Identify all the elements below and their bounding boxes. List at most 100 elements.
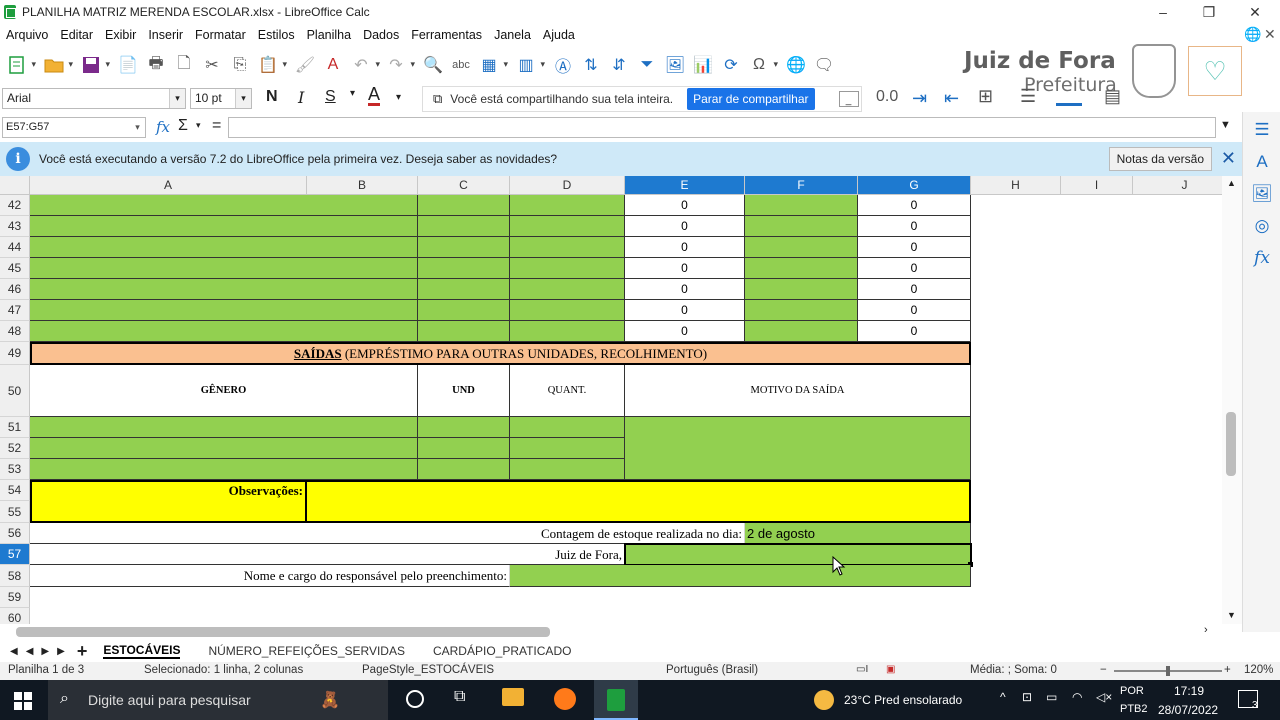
saidas-header-cell[interactable]: SAÍDAS (EMPRÉSTIMO PARA OUTRAS UNIDADES,… <box>30 342 971 365</box>
row-header-58[interactable]: 58 <box>0 565 30 587</box>
row-header-53[interactable]: 53 <box>0 459 30 480</box>
cell-d43[interactable] <box>510 216 625 237</box>
battery-icon[interactable]: ▭ <box>1046 690 1057 704</box>
column-header-a[interactable]: A <box>30 176 307 195</box>
cell-g47[interactable]: 0 <box>858 300 971 321</box>
add-sheet-icon[interactable]: + <box>77 641 88 662</box>
row-header-55[interactable]: 55 <box>0 501 30 523</box>
cell-d45[interactable] <box>510 258 625 279</box>
sum-icon[interactable]: Σ <box>178 117 188 135</box>
volume-icon[interactable]: ◁× <box>1096 690 1112 704</box>
border-color-icon[interactable] <box>1056 86 1082 106</box>
zoom-out-icon[interactable]: − <box>1100 664 1107 676</box>
close-button[interactable]: ✕ <box>1232 0 1278 24</box>
functions-icon[interactable]: fx <box>1249 248 1275 272</box>
prev-sheet-icon[interactable]: ◀ <box>26 646 34 657</box>
cell-c45[interactable] <box>418 258 510 279</box>
menu-estilos[interactable]: Estilos <box>252 28 301 42</box>
next-sheet-icon[interactable]: ▶ <box>41 646 49 657</box>
row-header-49[interactable]: 49 <box>0 342 30 365</box>
cell-f45[interactable] <box>745 258 858 279</box>
cell-g48[interactable]: 0 <box>858 321 971 342</box>
column-icon[interactable]: ▥ <box>515 54 545 76</box>
cell-e42[interactable]: 0 <box>625 195 745 216</box>
row-icon[interactable]: ▦ <box>478 54 508 76</box>
vertical-scroll-thumb[interactable] <box>1226 412 1236 476</box>
cell-d48[interactable] <box>510 321 625 342</box>
column-header-e[interactable]: E <box>625 176 745 195</box>
row-header-45[interactable]: 45 <box>0 258 30 279</box>
row-header-47[interactable]: 47 <box>0 300 30 321</box>
motivo-merged-cell[interactable] <box>625 417 971 480</box>
font-color-button[interactable]: A <box>368 85 381 106</box>
nome-cargo-input[interactable] <box>510 565 971 587</box>
conditional-format-icon[interactable]: ▤ <box>1104 86 1121 107</box>
find-replace-icon[interactable]: 🔍 <box>422 54 444 76</box>
cell-g45[interactable]: 0 <box>858 258 971 279</box>
contagem-date[interactable]: 2 de agosto <box>745 523 971 544</box>
menu-ferramentas[interactable]: Ferramentas <box>405 28 488 42</box>
function-wizard-icon[interactable]: fx <box>156 118 170 136</box>
cell-e47[interactable]: 0 <box>625 300 745 321</box>
cell-c44[interactable] <box>418 237 510 258</box>
cell-c43[interactable] <box>418 216 510 237</box>
zoom-level[interactable]: 120% <box>1244 664 1273 676</box>
select-all-corner[interactable] <box>0 176 30 195</box>
nome-cargo-label[interactable]: Nome e cargo do responsável pelo preench… <box>30 565 510 587</box>
task-view-icon[interactable]: ⧉ <box>454 688 465 706</box>
calc-taskbar-button[interactable] <box>594 680 638 720</box>
cell-c51[interactable] <box>418 417 510 438</box>
close-document-icon[interactable]: ✕ <box>1264 26 1276 43</box>
firefox-icon[interactable] <box>554 688 576 710</box>
menu-ajuda[interactable]: Ajuda <box>537 28 581 42</box>
restore-button[interactable]: ❐ <box>1186 0 1232 24</box>
windows-start-icon[interactable] <box>14 692 32 710</box>
tab-cardapio[interactable]: CARDÁPIO_PRATICADO <box>433 644 571 658</box>
expand-formula-icon[interactable]: ▼ <box>1220 119 1231 131</box>
cell-d52[interactable] <box>510 438 625 459</box>
navigator-icon[interactable]: ◎ <box>1249 216 1275 240</box>
genero-header[interactable]: GÊNERO <box>30 365 418 417</box>
save-icon[interactable] <box>80 54 110 76</box>
sum-dropdown-icon[interactable]: ▾ <box>196 120 201 131</box>
und-header[interactable]: UND <box>418 365 510 417</box>
clock-time[interactable]: 17:19 <box>1174 684 1204 698</box>
print-preview-icon[interactable]: 🗋 <box>173 54 195 76</box>
clear-formatting-icon[interactable]: A <box>322 54 344 76</box>
horizontal-scroll-thumb[interactable] <box>16 627 550 637</box>
cut-icon[interactable]: ✂ <box>201 54 223 76</box>
increase-indent-icon[interactable]: ⇥ <box>912 88 927 109</box>
sort-ascending-icon[interactable]: ⇅ <box>580 54 602 76</box>
borders-icon[interactable]: ⊞ <box>978 86 993 107</box>
cell-c48[interactable] <box>418 321 510 342</box>
cell-c46[interactable] <box>418 279 510 300</box>
bold-button[interactable]: N <box>266 88 278 106</box>
column-header-g[interactable]: G <box>858 176 971 195</box>
cell-f48[interactable] <box>745 321 858 342</box>
column-header-b[interactable]: B <box>307 176 418 195</box>
scroll-down-icon[interactable]: ▼ <box>1227 610 1236 620</box>
cell-d42[interactable] <box>510 195 625 216</box>
cell-c52[interactable] <box>418 438 510 459</box>
scroll-right-icon[interactable]: › <box>1204 624 1208 636</box>
cell-g43[interactable]: 0 <box>858 216 971 237</box>
juiz-date-selected[interactable] <box>624 543 972 566</box>
menu-janela[interactable]: Janela <box>488 28 537 42</box>
weather-text[interactable]: 23°C Pred ensolarado <box>844 693 962 707</box>
cell-d53[interactable] <box>510 459 625 480</box>
row-header-44[interactable]: 44 <box>0 237 30 258</box>
number-format-icon[interactable]: 0.0 <box>876 88 898 106</box>
cell-a46[interactable] <box>30 279 418 300</box>
properties-icon[interactable]: ☰ <box>1249 120 1275 144</box>
keyboard-layout[interactable]: PTB2 <box>1120 703 1148 715</box>
row-header-42[interactable]: 42 <box>0 195 30 216</box>
filter-icon[interactable]: ⏷ <box>636 54 658 76</box>
cell-c42[interactable] <box>418 195 510 216</box>
release-notes-button[interactable]: Notas da versão <box>1108 147 1212 171</box>
juiz-label[interactable]: Juiz de Fora, <box>30 544 625 565</box>
row-header-43[interactable]: 43 <box>0 216 30 237</box>
cell-f47[interactable] <box>745 300 858 321</box>
cell-d44[interactable] <box>510 237 625 258</box>
first-sheet-icon[interactable]: ◀ <box>10 646 18 657</box>
row-header-59[interactable]: 59 <box>0 587 30 608</box>
